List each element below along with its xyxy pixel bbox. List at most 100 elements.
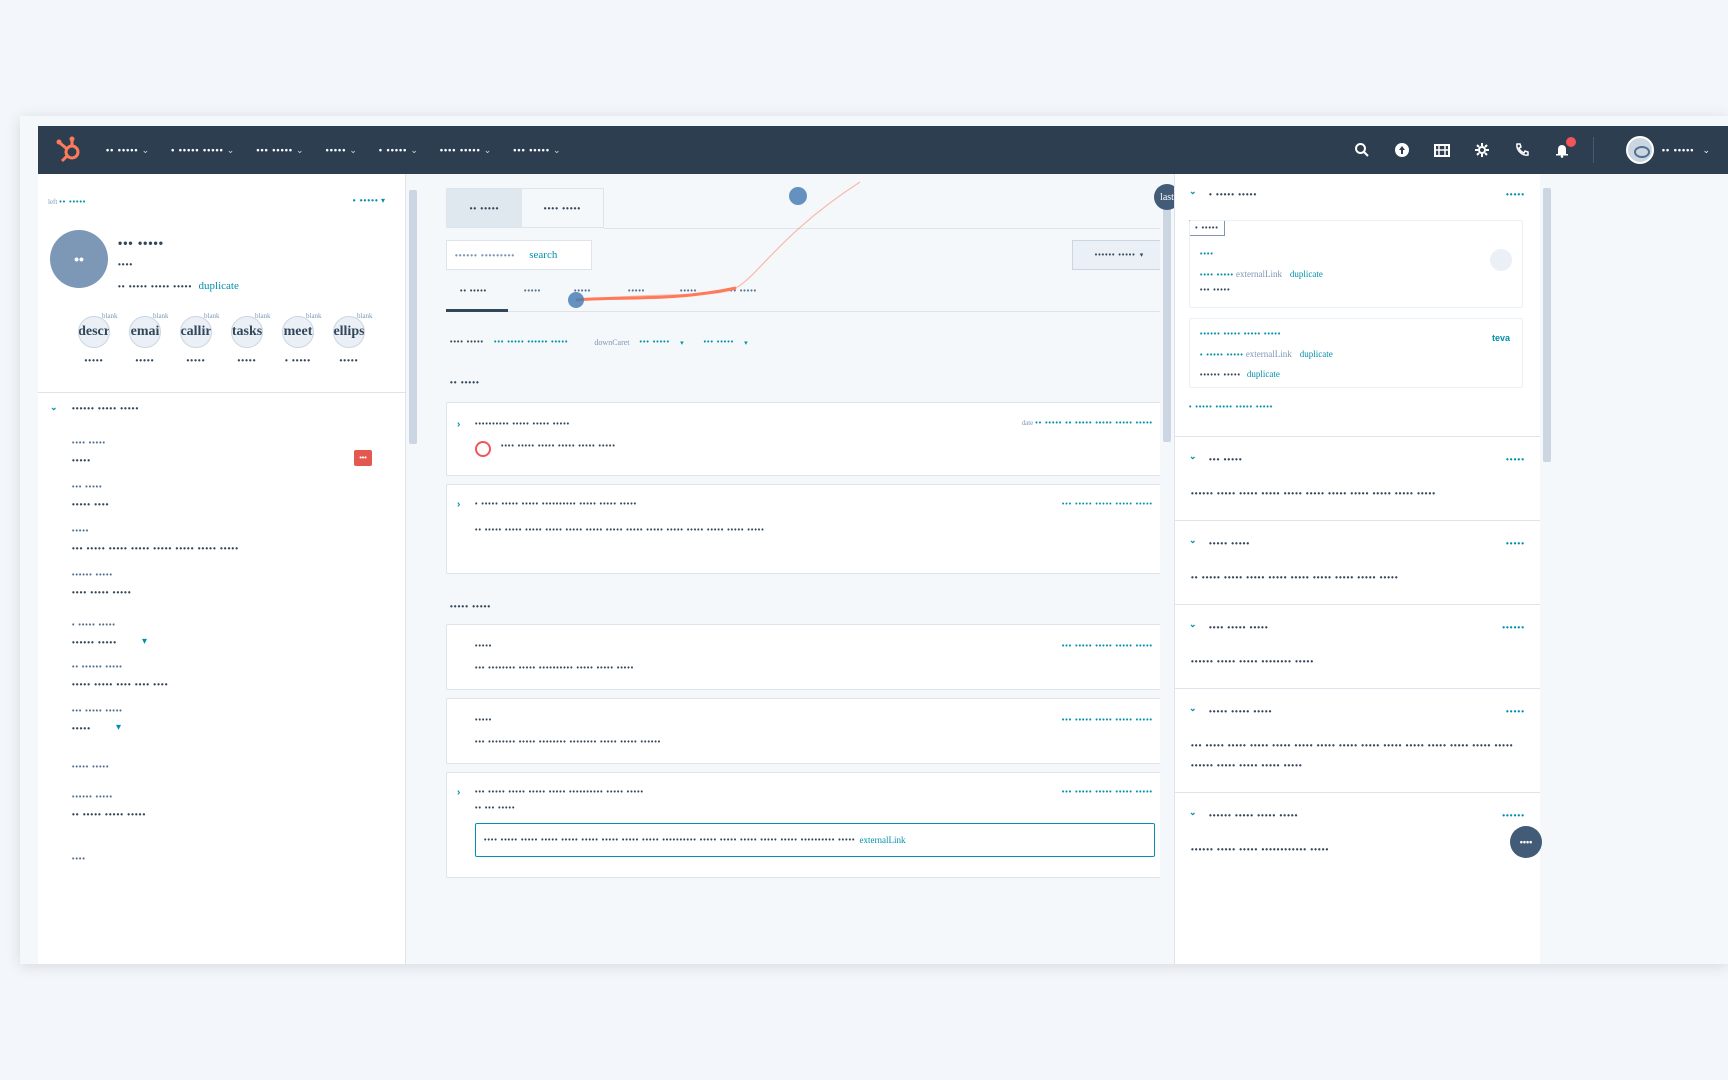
chevron-down-icon[interactable]: ⌄ [1189,186,1197,197]
card-line: ••• ••••• [1200,287,1231,294]
section-action-link[interactable]: ••••• [1506,455,1525,464]
nav-item-conversations[interactable]: • ••••• ••••• ⌄ [171,145,234,156]
marketplace-icon[interactable] [1433,141,1451,159]
chevron-right-icon[interactable]: › [457,499,460,510]
property-value[interactable]: ••••• [72,456,91,465]
activity-title: ••••• [475,643,493,650]
section-action-link[interactable]: •••••• [1502,623,1525,632]
property-label: •• •••••• ••••• [72,664,123,671]
section-title[interactable]: •••••• ••••• ••••• ••••• [1209,811,1298,820]
right-scrollbar[interactable] [1540,174,1554,964]
chevron-down-icon[interactable]: ⌄ [1189,451,1197,462]
section-title[interactable]: ••••• ••••• [1209,539,1250,548]
chevron-down-icon[interactable]: ⌄ [1189,703,1197,714]
right-section-deals: ⌄ ••••• ••••• ••••• •• ••••• ••••• ••••• ••… [1175,520,1541,604]
timeline-scrollbar-thumb[interactable] [1163,188,1171,442]
property-value[interactable]: ••••• ••••• •••• •••• •••• [72,680,169,689]
call-action-button[interactable]: callir [180,316,212,348]
more-action-button[interactable]: ellips [333,316,365,348]
brand-logo: teva [1491,333,1510,343]
upgrade-icon[interactable] [1393,141,1411,159]
contact-name[interactable]: ••• ••••• [118,236,164,250]
property-label: ••••• ••••• [72,764,110,771]
activity-card-task[interactable]: › •••••••••• ••••• ••••• ••••• date •• •… [446,402,1166,476]
chevron-down-icon: ⌄ [141,144,150,155]
chevron-down-icon[interactable]: ⌄ [1189,535,1197,546]
left-scrollbar-thumb[interactable] [409,190,417,444]
note-action-button[interactable]: descr [78,316,110,348]
nav-item-reports[interactable]: ••• ••••• ⌄ [513,145,560,156]
property-value[interactable]: •••• ••••• ••••• [72,588,132,597]
chevron-down-icon: ⌄ [483,144,492,155]
section-text: •••••• ••••• ••••• •••••••••••• ••••• [1191,845,1330,854]
section-action-link[interactable]: ••••• [1506,190,1525,199]
back-link[interactable]: left •• ••••• [48,198,86,206]
nav-item-contacts[interactable]: •• ••••• ⌄ [106,145,149,156]
chevron-down-icon[interactable]: ⌄ [50,402,58,413]
activity-card-note[interactable]: › • ••••• ••••• ••••• •••••••••• ••••• •… [446,484,1166,574]
caret-down-icon[interactable]: ▾ [142,636,147,647]
caret-down-icon[interactable]: ▾ [116,722,121,733]
meeting-action-button[interactable]: meet [282,316,314,348]
timeline-scrollbar[interactable] [1160,174,1174,964]
section-action-link[interactable]: ••••• [1506,539,1525,548]
section-text: •••••• ••••• ••••• ••••• ••••• [1191,761,1303,770]
duplicate-button[interactable]: duplicate [1290,269,1323,279]
task-action-button[interactable]: tasks [231,316,263,348]
button-hint: blank [153,312,169,320]
left-scrollbar[interactable] [406,174,420,964]
property-value[interactable]: •• ••••• ••••• ••••• [72,810,146,819]
section-title[interactable]: ••••• ••••• ••••• [1209,707,1272,716]
section-action-link[interactable]: ••••• [1506,707,1525,716]
email-action-button[interactable]: emai [129,316,161,348]
about-section-divider [38,392,406,393]
calling-icon[interactable] [1513,141,1531,159]
duplicate-button[interactable]: duplicate [1300,349,1333,359]
chevron-right-icon[interactable]: › [457,787,460,798]
button-hint: blank [102,312,118,320]
complete-task-checkbox[interactable] [475,441,491,457]
property-value[interactable]: ••••• [72,724,91,733]
chevron-right-icon[interactable]: › [457,419,460,430]
search-icon[interactable] [1353,141,1371,159]
activity-body: ••• •••••••• ••••• •••••••• •••••••• •••… [475,739,662,746]
nav-item-sales[interactable]: ••••• ⌄ [326,145,357,156]
activity-quote-box[interactable]: •••• ••••• ••••• ••••• ••••• ••••• •••••… [475,823,1155,857]
section-title[interactable]: ••• ••••• [1209,455,1243,464]
account-menu[interactable]: •• ••••• ⌄ [1625,136,1710,164]
hubspot-logo-icon[interactable] [54,135,84,165]
activity-card-email[interactable]: ••••• ••• ••••• ••••• ••••• ••••• ••• ••… [446,624,1166,690]
right-sidebar: ⌄ • ••••• ••••• ••••• • ••••• •••• •••• … [1174,174,1541,964]
property-label: •••• [72,856,86,863]
contact-avatar[interactable]: •• [50,230,108,288]
chat-help-button[interactable]: •••• [1510,826,1542,858]
external-link[interactable]: externalLink [1236,269,1282,279]
section-action-link[interactable]: •••••• [1502,811,1525,820]
association-card-1[interactable]: •••• •••• ••••• externalLink duplicate •… [1189,220,1523,308]
view-all-link[interactable]: • ••••• ••••• ••••• ••••• [1189,404,1273,411]
activity-card-logged[interactable]: › ••• ••••• ••••• ••••• ••••• ••••••••••… [446,772,1166,878]
actions-dropdown[interactable]: • ••••• ▾ [353,196,385,205]
section-title[interactable]: •••• ••••• ••••• [1209,623,1269,632]
activity-title: ••• ••••• ••••• ••••• ••••• •••••••••• •… [475,789,644,796]
property-value[interactable]: ••••• •••• [72,500,109,509]
nav-item-automation[interactable]: •••• ••••• ⌄ [440,145,491,156]
nav-item-service[interactable]: • ••••• ⌄ [379,145,418,156]
duplicate-button[interactable]: duplicate [1247,369,1280,379]
property-history-icon[interactable]: ••• [354,450,372,466]
section-text: •• ••••• ••••• ••••• ••••• ••••• ••••• •… [1191,573,1399,582]
nav-item-marketing[interactable]: ••• ••••• ⌄ [256,145,303,156]
about-section-title[interactable]: •••••• ••••• ••••• [72,404,139,413]
gear-icon[interactable] [1473,141,1491,159]
duplicate-button[interactable]: duplicate [199,280,239,292]
external-link[interactable]: externalLink [1246,349,1292,359]
chevron-down-icon[interactable]: ⌄ [1189,807,1197,818]
association-card-2[interactable]: •••••• ••••• ••••• ••••• teva • ••••• ••… [1189,318,1523,388]
notifications-bell-icon[interactable] [1553,136,1577,159]
property-value[interactable]: •••••• ••••• [72,638,117,647]
right-scrollbar-thumb[interactable] [1543,188,1551,462]
chevron-down-icon[interactable]: ⌄ [1189,619,1197,630]
external-link[interactable]: externalLink [859,835,905,845]
activity-card-email[interactable]: ••••• ••• ••••• ••••• ••••• ••••• ••• ••… [446,698,1166,764]
property-value[interactable]: ••• ••••• ••••• ••••• ••••• ••••• ••••• … [72,544,239,553]
